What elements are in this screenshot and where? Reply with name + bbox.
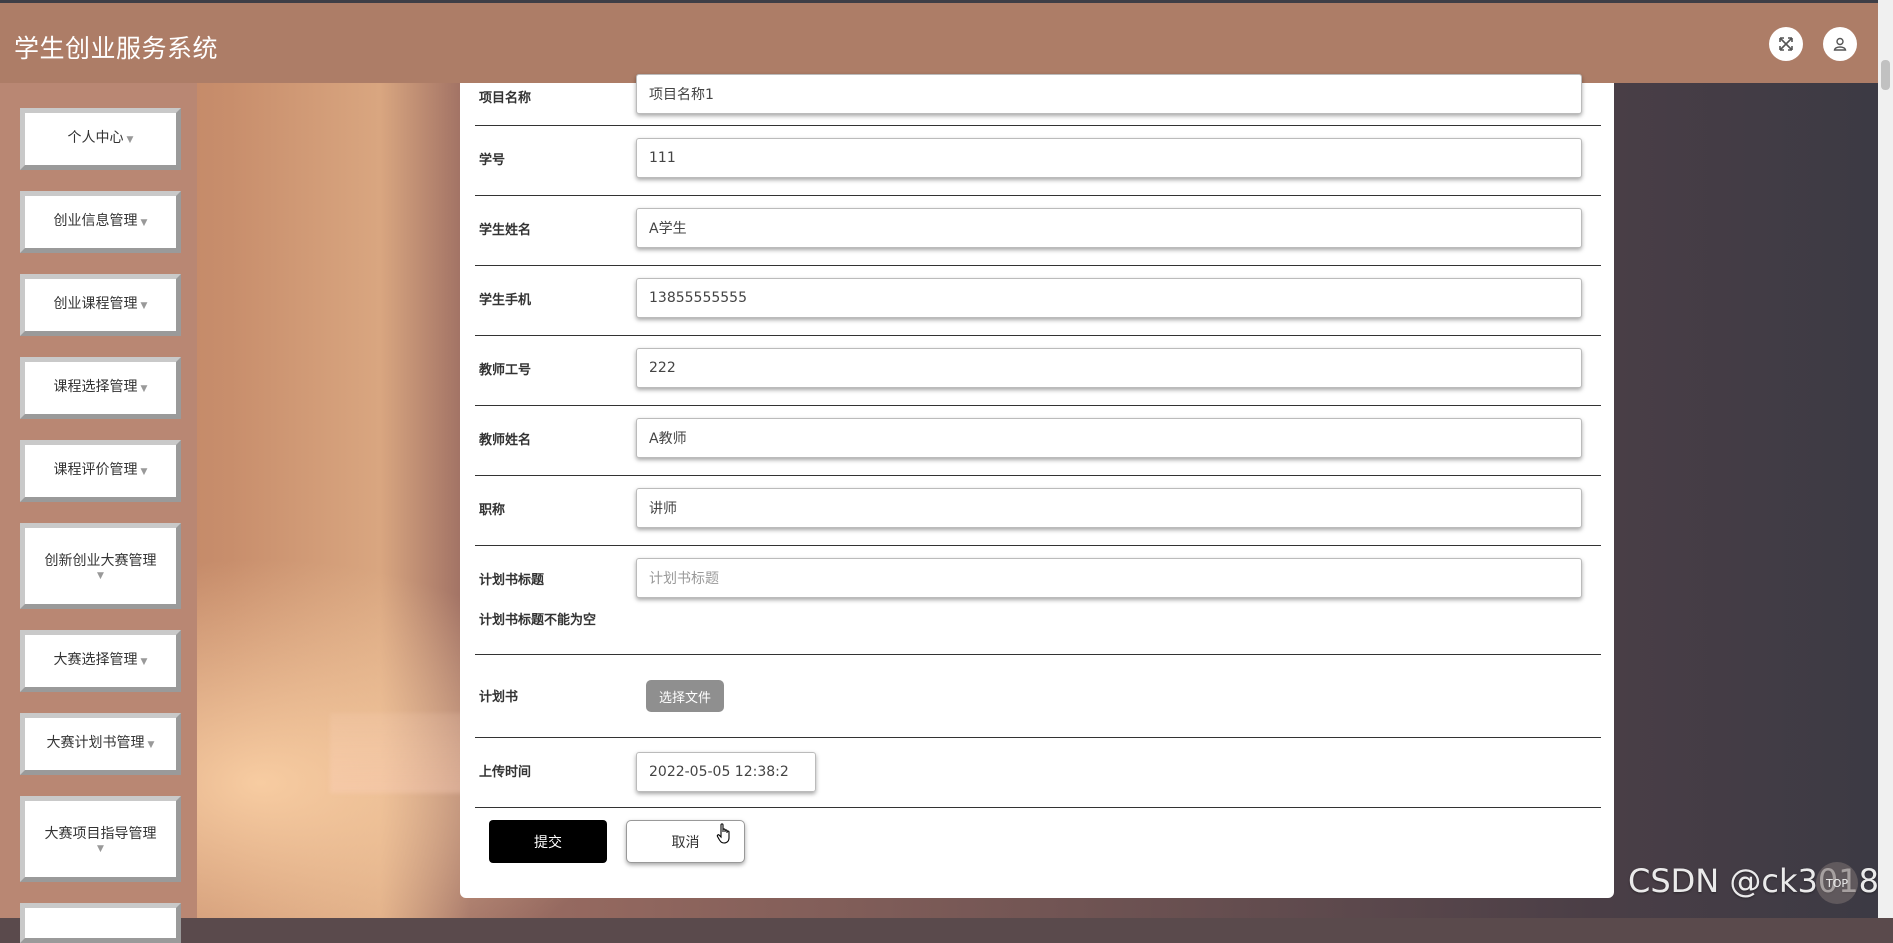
job-title-input[interactable]: 讲师 xyxy=(636,488,1582,528)
form-row-upload-time: 上传时间 2022-05-05 12:38:2 xyxy=(475,738,1601,808)
field-label: 学生姓名 xyxy=(479,223,532,238)
student-id-input[interactable]: 111 xyxy=(636,138,1582,178)
sidebar-item-label: 创业课程管理 xyxy=(53,296,138,312)
field-label: 计划书 xyxy=(479,690,519,705)
form-panel: 项目名称 项目名称1 学号 111 学生姓名 A学生 学生手机 13855555… xyxy=(460,74,1614,898)
caret-down-icon: ▼ xyxy=(147,740,155,750)
sidebar-item-label: 个人中心 xyxy=(67,130,124,146)
teacher-id-input[interactable]: 222 xyxy=(636,348,1582,388)
sidebar-item-plan[interactable]: 大赛计划书管理 ▼ xyxy=(20,713,181,775)
sidebar-item-label: 大赛计划书管理 xyxy=(46,735,145,751)
top-bar: 学生创业服务系统 xyxy=(0,0,1893,83)
field-label: 教师姓名 xyxy=(479,433,532,448)
plan-title-input[interactable]: 计划书标题 xyxy=(636,558,1582,598)
sidebar-item-label: 创业信息管理 xyxy=(53,213,138,229)
field-label: 学生手机 xyxy=(479,293,532,308)
choose-file-button[interactable]: 选择文件 xyxy=(646,680,724,712)
sidebar-item-label: 课程选择管理 xyxy=(53,379,138,395)
sidebar-item-label: 创新创业大赛管理 xyxy=(44,553,157,569)
form-row-teacher-name: 教师姓名 A教师 xyxy=(475,406,1601,476)
submit-button[interactable]: 提交 xyxy=(489,820,607,863)
form-row-project-name: 项目名称 项目名称1 xyxy=(475,74,1601,126)
app-title: 学生创业服务系统 xyxy=(14,34,219,63)
back-to-top-button[interactable]: TOP xyxy=(1816,862,1858,904)
scrollbar-thumb[interactable] xyxy=(1881,60,1890,90)
form-row-student-id: 学号 111 xyxy=(475,126,1601,196)
caret-down-icon: ▼ xyxy=(140,467,148,477)
sidebar-item-competition-selection[interactable]: 大赛选择管理 ▼ xyxy=(20,630,181,692)
sidebar-item-startup-course[interactable]: 创业课程管理 ▼ xyxy=(20,274,181,336)
field-label: 职称 xyxy=(479,503,506,518)
sidebar-item-label: 大赛选择管理 xyxy=(53,652,138,668)
user-icon[interactable] xyxy=(1823,27,1857,61)
form-row-plan-title: 计划书标题 计划书标题 计划书标题不能为空 xyxy=(475,546,1601,655)
form-row-student-phone: 学生手机 13855555555 xyxy=(475,266,1601,336)
validation-error: 计划书标题不能为空 xyxy=(479,613,597,628)
field-label: 教师工号 xyxy=(479,363,532,378)
caret-down-icon: ▼ xyxy=(140,218,148,228)
sidebar-item-guidance[interactable]: 大赛项目指导管理 ▼ xyxy=(20,796,181,882)
caret-down-icon: ▼ xyxy=(126,135,134,145)
sidebar-item-personal-center[interactable]: 个人中心 ▼ xyxy=(20,108,181,170)
project-name-input[interactable]: 项目名称1 xyxy=(636,74,1582,114)
student-name-input[interactable]: A学生 xyxy=(636,208,1582,248)
student-phone-input[interactable]: 13855555555 xyxy=(636,278,1582,318)
sidebar-item-more[interactable] xyxy=(20,903,181,943)
caret-down-icon: ▼ xyxy=(140,657,148,667)
teacher-name-input[interactable]: A教师 xyxy=(636,418,1582,458)
sidebar-item-competition[interactable]: 创新创业大赛管理 ▼ xyxy=(20,523,181,609)
field-label: 上传时间 xyxy=(479,765,532,780)
sidebar-item-label: 大赛项目指导管理 xyxy=(44,826,157,842)
sidebar-item-startup-info[interactable]: 创业信息管理 ▼ xyxy=(20,191,181,253)
caret-down-icon: ▼ xyxy=(140,301,148,311)
sidebar-item-course-selection[interactable]: 课程选择管理 ▼ xyxy=(20,357,181,419)
caret-down-icon: ▼ xyxy=(140,384,148,394)
sidebar-item-label: 课程评价管理 xyxy=(53,462,138,478)
fullscreen-icon[interactable] xyxy=(1769,27,1803,61)
page-scrollbar[interactable] xyxy=(1878,0,1893,918)
hand-cursor-icon xyxy=(716,822,734,850)
caret-down-icon: ▼ xyxy=(97,844,104,854)
form-row-plan-file: 计划书 选择文件 xyxy=(475,655,1601,738)
field-label: 学号 xyxy=(479,153,506,168)
sidebar: 个人中心 ▼ 创业信息管理 ▼ 创业课程管理 ▼ 课程选择管理 ▼ 课程评价管理 ▼ 创新… xyxy=(0,83,197,943)
form-row-teacher-id: 教师工号 222 xyxy=(475,336,1601,406)
form-row-title: 职称 讲师 xyxy=(475,476,1601,546)
upload-time-input[interactable]: 2022-05-05 12:38:2 xyxy=(636,752,816,792)
form-row-student-name: 学生姓名 A学生 xyxy=(475,196,1601,266)
sidebar-item-course-evaluation[interactable]: 课程评价管理 ▼ xyxy=(20,440,181,502)
field-label: 计划书标题 xyxy=(479,573,545,588)
caret-down-icon: ▼ xyxy=(97,571,104,581)
field-label: 项目名称 xyxy=(479,91,532,106)
